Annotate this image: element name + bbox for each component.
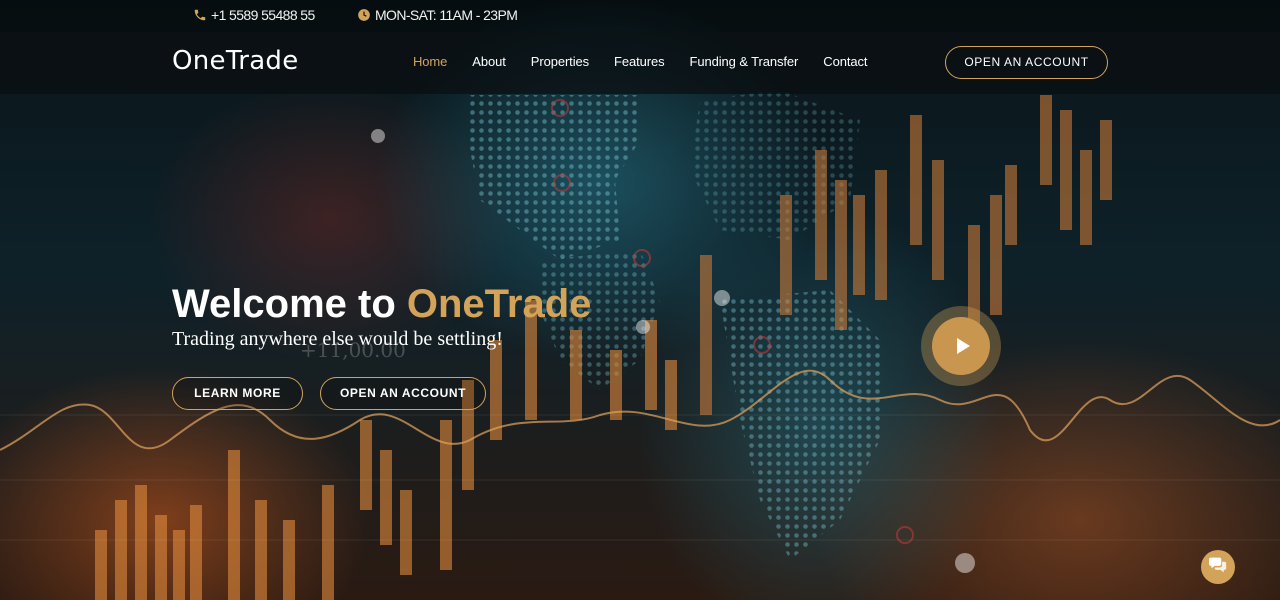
hero-title-prefix: Welcome to (172, 282, 407, 326)
hero-title-brand: OneTrade (406, 282, 592, 326)
learn-more-button[interactable]: LEARN MORE (172, 377, 303, 410)
nav-link-contact[interactable]: Contact (823, 54, 867, 69)
nav-link-home[interactable]: Home (413, 54, 447, 69)
phone-icon (193, 8, 207, 22)
brand-logo[interactable]: OneTrade (172, 46, 299, 76)
contact-phone: +1 5589 55488 55 (193, 7, 315, 23)
video-play-button[interactable] (921, 306, 1001, 386)
nav-link-features[interactable]: Features (614, 54, 665, 69)
nav-link-funding-transfer[interactable]: Funding & Transfer (690, 54, 799, 69)
nav-link-properties[interactable]: Properties (531, 54, 589, 69)
hero-subtitle: Trading anywhere else would be settling! (172, 328, 503, 350)
hours-text: MON-SAT: 11AM - 23PM (375, 7, 518, 23)
nav-open-account-button[interactable]: OPEN AN ACCOUNT (945, 46, 1108, 79)
hero-title: Welcome to OneTrade (172, 282, 591, 327)
main-navbar: OneTrade Home About Properties Features … (0, 32, 1280, 94)
play-icon (956, 338, 970, 354)
hero-open-account-button[interactable]: OPEN AN ACCOUNT (320, 377, 486, 410)
nav-menu: Home About Properties Features Funding &… (413, 54, 892, 69)
chat-button[interactable] (1201, 550, 1235, 584)
opening-hours: MON-SAT: 11AM - 23PM (357, 7, 518, 23)
play-button-core (932, 317, 990, 375)
clock-icon (357, 8, 371, 22)
top-info-bar: +1 5589 55488 55 MON-SAT: 11AM - 23PM (0, 0, 1280, 32)
phone-number: +1 5589 55488 55 (211, 7, 315, 23)
nav-link-about[interactable]: About (472, 54, 506, 69)
chat-icon (1208, 556, 1228, 579)
